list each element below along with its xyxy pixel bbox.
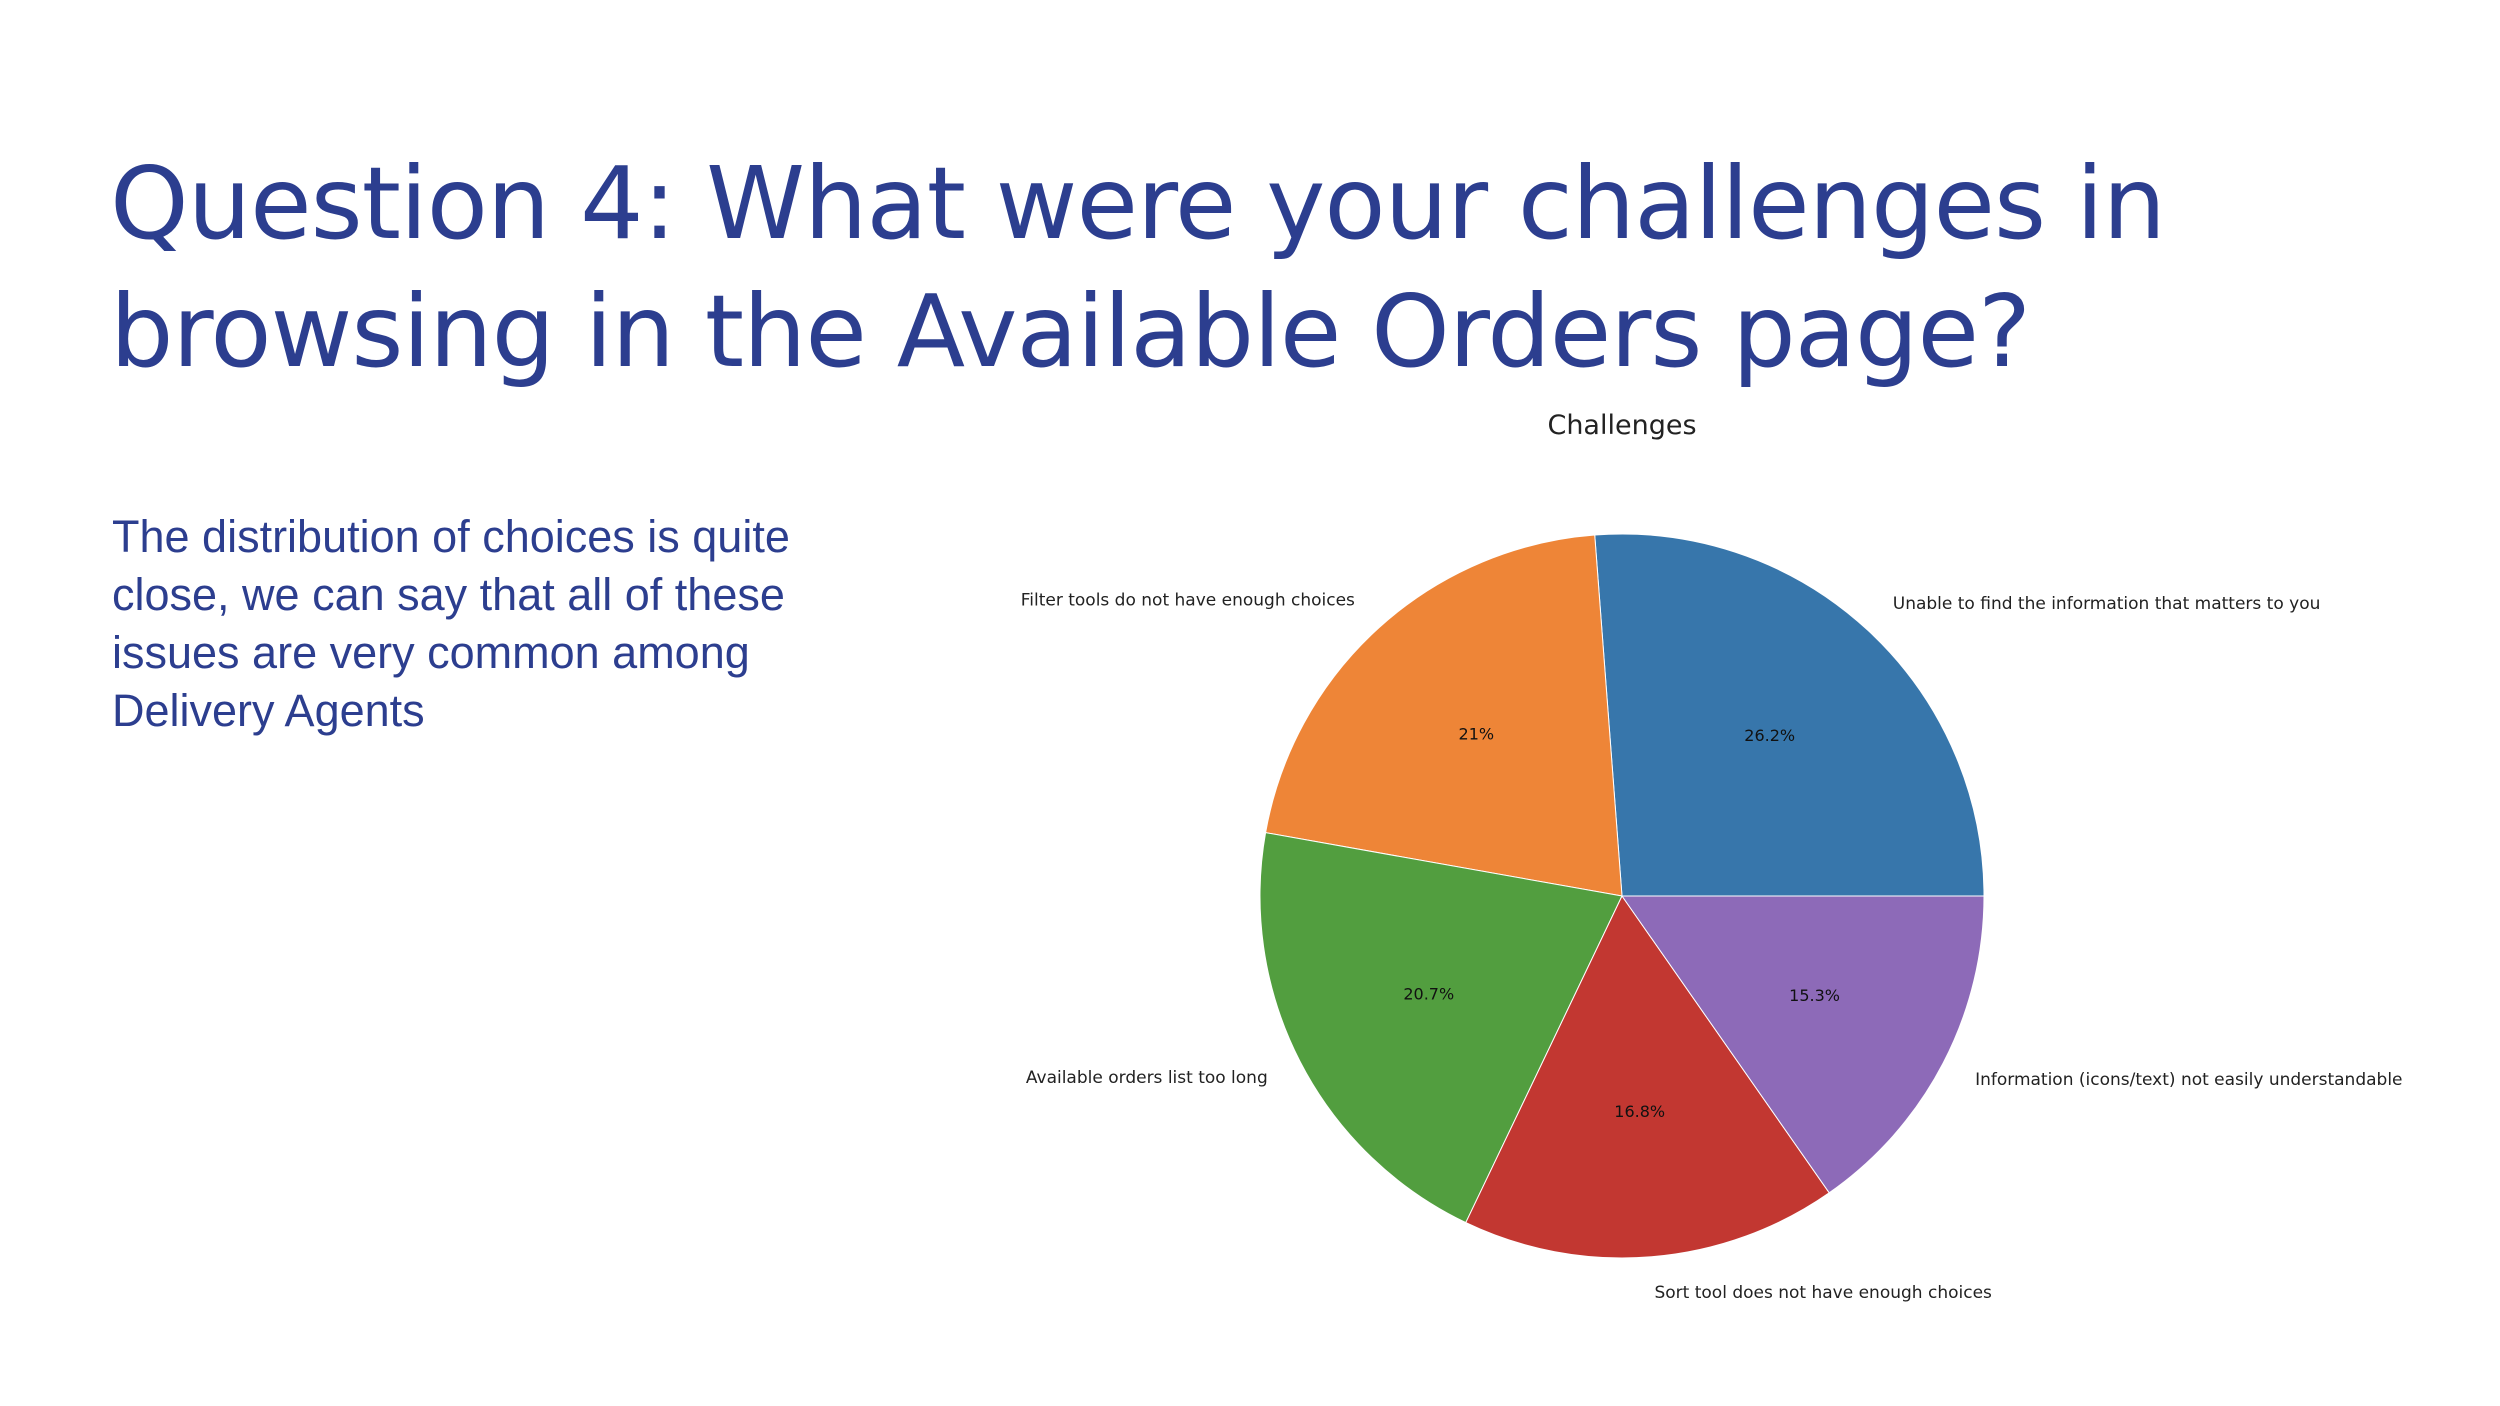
slice-percent-label: 16.8% xyxy=(1614,1102,1665,1121)
pie-chart: Challenges 26.2% Unable to find the infor… xyxy=(1021,410,2403,1303)
slice-category-label: Information (icons/text) not easily unde… xyxy=(1975,1070,2402,1090)
slice-percent-label: 20.7% xyxy=(1403,985,1454,1004)
slice-percent-label: 21% xyxy=(1459,724,1495,743)
slice-category-label: Available orders list too long xyxy=(1026,1068,1268,1088)
slice-category-label: Filter tools do not have enough choices xyxy=(1021,591,1355,611)
slice-percent-label: 15.3% xyxy=(1789,986,1840,1005)
pie-slice xyxy=(1594,533,1985,897)
slice-category-label: Sort tool does not have enough choices xyxy=(1654,1283,1992,1303)
chart-title: Challenges xyxy=(1547,410,1696,441)
slice-category-label: Unable to find the information that matt… xyxy=(1893,594,2321,614)
slice-percent-label: 26.2% xyxy=(1744,726,1795,745)
